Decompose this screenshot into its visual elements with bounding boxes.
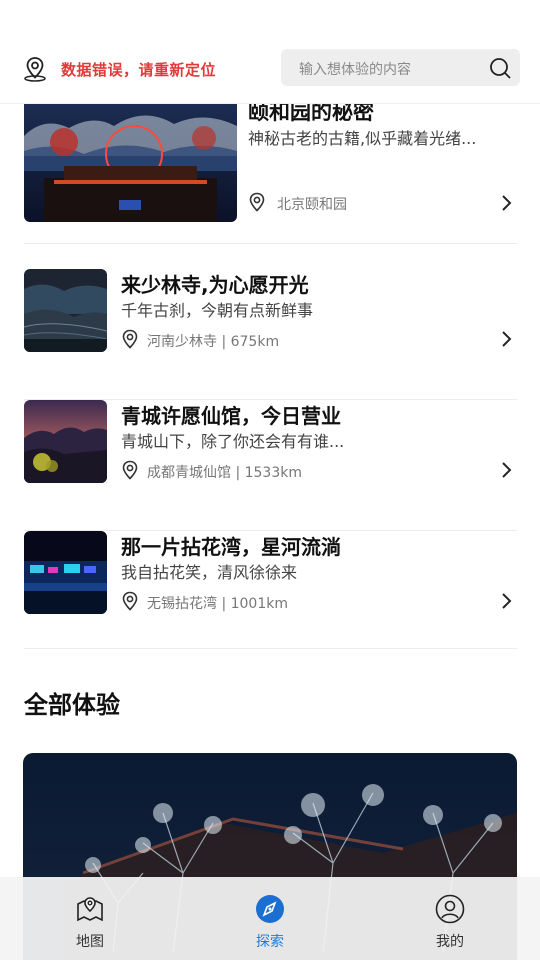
map-pin-icon [77, 897, 103, 922]
location-pin-icon [122, 591, 138, 611]
item-location: 成都青城仙馆 | 1533km [147, 465, 302, 481]
section-title: 全部体验 [24, 691, 120, 719]
chevron-right-icon[interactable] [499, 592, 513, 610]
compass-icon [256, 895, 284, 923]
scroll-content[interactable]: 颐和园的秘密 神秘古老的古籍,似乎藏着光绪... 北京颐和园 来少林寺,为心愿开… [0, 0, 540, 960]
item-location: 无锡拈花湾 | 1001km [147, 596, 288, 612]
search-input[interactable]: 输入想体验的内容 [299, 59, 411, 79]
list-item[interactable]: 那一片拈花湾，星河流淌 我自拈花笑，清风徐徐来 无锡拈花湾 | 1001km [24, 531, 517, 649]
item-subtitle: 我自拈花笑，清风徐徐来 [121, 563, 298, 582]
featured-experience-card[interactable]: 颐和园的秘密 神秘古老的古籍,似乎藏着光绪... 北京颐和园 [24, 96, 517, 244]
item-title: 那一片拈花湾，星河流淌 [121, 535, 341, 559]
bottom-tab-bar: 地图 探索 我的 [0, 877, 540, 960]
tab-profile[interactable]: 我的 [390, 877, 510, 960]
user-icon [435, 894, 465, 924]
location-pin-icon [122, 329, 138, 349]
item-thumbnail [24, 269, 107, 352]
list-item[interactable]: 来少林寺,为心愿开光 千年古刹，今朝有点新鲜事 河南少林寺 | 675km [24, 269, 517, 400]
featured-subtitle: 神秘古老的古籍,似乎藏着光绪... [248, 129, 477, 148]
item-thumbnail [24, 400, 107, 483]
tab-explore[interactable]: 探索 [210, 877, 330, 960]
item-title: 青城许愿仙馆，今日营业 [121, 404, 341, 428]
location-pin-icon[interactable] [22, 56, 48, 82]
item-location: 河南少林寺 | 675km [147, 334, 280, 350]
location-error-text[interactable]: 数据错误，请重新定位 [61, 59, 216, 80]
search-bar[interactable]: 输入想体验的内容 [281, 49, 520, 86]
location-pin-icon [249, 192, 265, 212]
chevron-right-icon[interactable] [499, 461, 513, 479]
tab-label: 探索 [256, 934, 284, 950]
chevron-right-icon[interactable] [499, 330, 513, 348]
tab-label: 我的 [436, 934, 464, 950]
location-pin-icon [122, 460, 138, 480]
list-item[interactable]: 青城许愿仙馆，今日营业 青城山下，除了你还会有有谁... 成都青城仙馆 | 15… [24, 400, 517, 531]
tab-map[interactable]: 地图 [30, 877, 150, 960]
chevron-right-icon[interactable] [499, 194, 513, 212]
item-subtitle: 千年古刹，今朝有点新鲜事 [121, 301, 314, 320]
tab-label: 地图 [76, 934, 104, 950]
top-header: 数据错误，请重新定位 输入想体验的内容 [0, 0, 540, 104]
item-thumbnail [24, 531, 107, 614]
featured-image [24, 96, 237, 222]
item-subtitle: 青城山下，除了你还会有有谁... [121, 432, 345, 451]
featured-location: 北京颐和园 [277, 197, 347, 213]
item-title: 来少林寺,为心愿开光 [121, 273, 309, 297]
search-icon[interactable] [488, 56, 512, 80]
